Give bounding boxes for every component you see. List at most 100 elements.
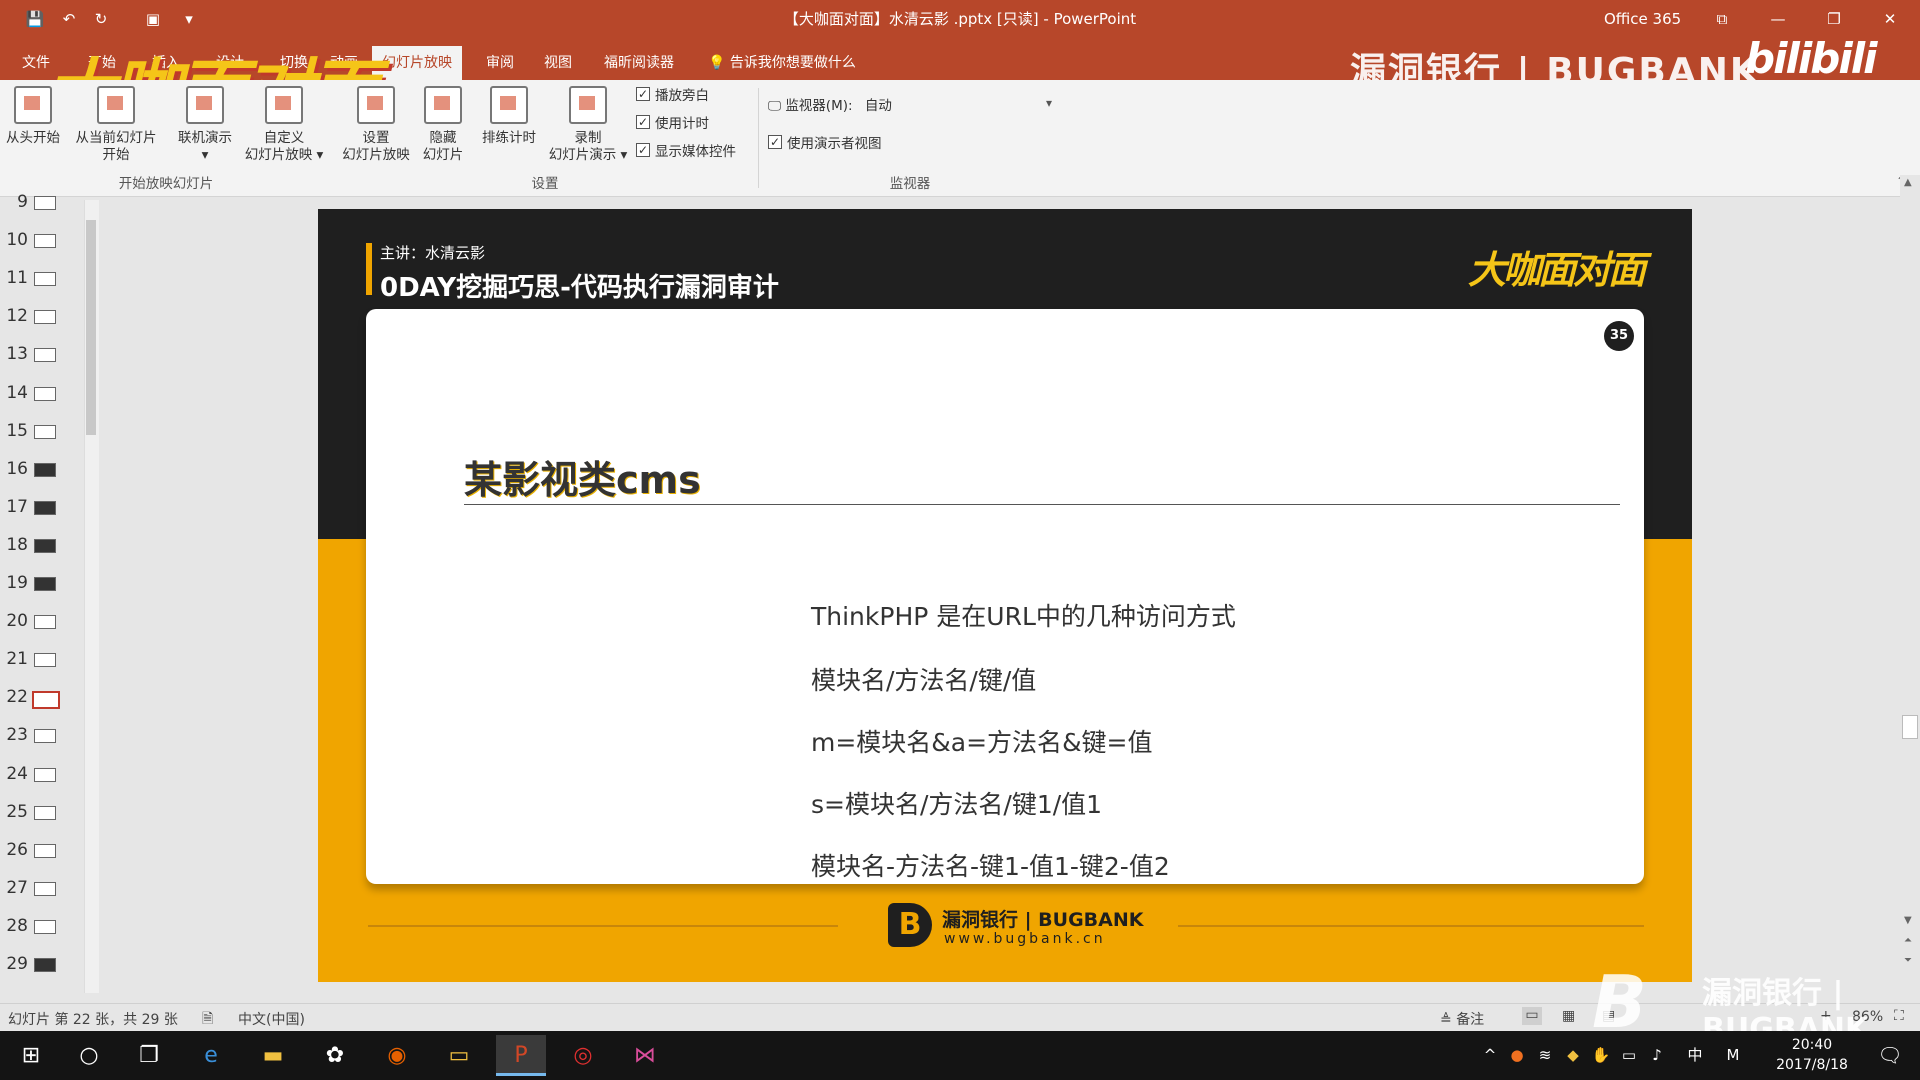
battery-icon[interactable]: ▭ [1618, 1031, 1640, 1080]
thumbnail-number[interactable]: 29 [0, 954, 28, 974]
clock[interactable]: 20:40 2017/8/18 [1762, 1035, 1862, 1075]
edge-browser-icon[interactable]: e [186, 1035, 236, 1076]
slide-thumbnail[interactable] [34, 843, 56, 858]
presenter-view-checkbox[interactable]: 使用演示者视图 [768, 132, 882, 154]
ime-mode-indicator[interactable]: M [1722, 1031, 1744, 1080]
thumbnail-number[interactable]: 13 [0, 344, 28, 364]
firefox-icon[interactable]: ◉ [372, 1035, 422, 1076]
app-pinwheel-icon[interactable]: ✿ [310, 1035, 360, 1076]
slide-thumbnail[interactable] [34, 577, 56, 591]
close-button[interactable]: ✕ [1862, 0, 1918, 38]
tab-view[interactable]: 视图 [534, 46, 582, 80]
thumbnail-number[interactable]: 17 [0, 497, 28, 517]
editor-scrollbar[interactable]: ▲ ▼ ⏶ ⏷ [1900, 175, 1920, 995]
slide-thumbnail[interactable] [34, 805, 56, 820]
visual-studio-icon[interactable]: ⋈ [620, 1035, 670, 1076]
slide-thumbnail[interactable] [34, 310, 56, 325]
thumbnail-number[interactable]: 16 [0, 459, 28, 479]
thumbnail-number[interactable]: 23 [0, 725, 28, 745]
volume-icon[interactable]: ♪ [1646, 1031, 1668, 1080]
monitor-selector[interactable]: 🖵 监视器(M): 自动 [768, 96, 892, 116]
slide-thumbnail[interactable] [34, 424, 56, 439]
file-explorer-icon[interactable]: ▬ [248, 1035, 298, 1076]
windows-start-icon[interactable]: ⊞ [6, 1035, 56, 1076]
present-online-button[interactable]: 联机演示 ▾ [172, 86, 238, 164]
thumbnail-number[interactable]: 28 [0, 916, 28, 936]
powerpoint-taskbar-icon[interactable]: P [496, 1035, 546, 1076]
spellcheck-icon[interactable]: 🗎 [202, 1008, 213, 1032]
thumbnail-number[interactable]: 12 [0, 306, 28, 326]
normal-view-icon[interactable]: ▭ [1522, 1007, 1542, 1025]
thumbnail-number[interactable]: 15 [0, 421, 28, 441]
scroll-down-icon[interactable]: ▼ [1904, 915, 1912, 926]
slide-thumbnail[interactable] [34, 386, 56, 401]
thumbnail-number[interactable]: 14 [0, 383, 28, 403]
thumbnail-scroll-thumb[interactable] [86, 220, 96, 435]
notes-button[interactable]: ≜ 备注 [1440, 1009, 1484, 1029]
setup-slideshow-button[interactable]: 设置 幻灯片放映 [336, 86, 416, 164]
slide-thumbnail[interactable] [34, 729, 56, 744]
slide-sorter-icon[interactable]: ▦ [1562, 1008, 1575, 1024]
thumbnail-number[interactable]: 26 [0, 840, 28, 860]
tray-expand-icon[interactable]: ^ [1480, 1031, 1500, 1080]
scroll-up-icon[interactable]: ▲ [1904, 177, 1912, 188]
slide-thumbnail[interactable] [34, 958, 56, 972]
previous-slide-icon[interactable]: ⏶ [1904, 935, 1912, 946]
thumbnail-selected[interactable] [32, 691, 60, 710]
restore-button[interactable]: ❐ [1806, 0, 1862, 38]
ime-indicator[interactable]: 中 [1684, 1031, 1706, 1080]
wifi-icon[interactable]: ≋ [1534, 1031, 1556, 1080]
record-slideshow-button[interactable]: 录制 幻灯片演示 ▾ [546, 86, 630, 164]
from-current-button[interactable]: 从当前幻灯片 开始 [70, 86, 162, 164]
slide-thumbnail[interactable] [34, 500, 56, 515]
slide-thumbnail[interactable] [34, 919, 56, 934]
thumbnail-number[interactable]: 25 [0, 802, 28, 822]
office-account-label[interactable]: Office 365 [1604, 0, 1681, 38]
thumbnail-number[interactable]: 18 [0, 535, 28, 555]
slide-thumbnail[interactable] [34, 348, 56, 363]
thumbnail-number[interactable]: 9 [0, 192, 28, 212]
slide-thumbnail[interactable] [34, 767, 56, 782]
thumbnail-number[interactable]: 21 [0, 649, 28, 669]
tray-app2-icon[interactable]: ◆ [1562, 1031, 1584, 1080]
task-view-icon[interactable]: ❐ [124, 1035, 174, 1076]
thumbnail-number[interactable]: 27 [0, 878, 28, 898]
tab-review[interactable]: 审阅 [476, 46, 524, 80]
hide-slide-button[interactable]: 隐藏 幻灯片 [418, 86, 468, 164]
slide-thumbnail[interactable] [34, 653, 56, 668]
tab-foxit-reader[interactable]: 福昕阅读器 [594, 46, 684, 80]
language-status[interactable]: 中文(中国) [238, 1009, 305, 1029]
netease-music-icon[interactable]: ◎ [558, 1035, 608, 1076]
thumbnail-number[interactable]: 11 [0, 268, 28, 288]
thumbnail-number[interactable]: 22 [0, 687, 28, 707]
editor-scroll-thumb[interactable] [1902, 715, 1918, 739]
search-icon[interactable]: ○ [64, 1035, 114, 1076]
from-beginning-button[interactable]: 从头开始 [4, 86, 62, 147]
slide-thumbnail[interactable] [34, 234, 56, 249]
tab-slideshow[interactable]: 幻灯片放映 [372, 46, 462, 80]
custom-slideshow-button[interactable]: 自定义 幻灯片放映 ▾ [242, 86, 326, 164]
folder-icon[interactable]: ▭ [434, 1035, 484, 1076]
play-narrations-checkbox[interactable]: 播放旁白 [636, 84, 736, 106]
slide-thumbnail[interactable] [34, 272, 56, 287]
slide-thumbnail[interactable] [34, 538, 56, 553]
slide-thumbnail[interactable] [34, 615, 56, 630]
thumbnail-number[interactable]: 24 [0, 764, 28, 784]
slide-canvas[interactable]: 主讲：水清云影 0DAY挖掘巧思-代码执行漏洞审计 大咖面对面 某影视类cms … [318, 209, 1692, 982]
next-slide-icon[interactable]: ⏷ [1904, 955, 1912, 966]
monitor-dropdown-icon[interactable]: ▾ [1046, 96, 1052, 110]
notification-icon[interactable]: 🗨 [1870, 1031, 1910, 1080]
slide-thumbnail[interactable] [34, 881, 56, 896]
slide-thumbnail[interactable] [34, 196, 56, 210]
slide-thumbnail[interactable] [34, 462, 56, 477]
show-media-controls-checkbox[interactable]: 显示媒体控件 [636, 140, 736, 162]
thumbnail-number[interactable]: 10 [0, 230, 28, 250]
use-timings-checkbox[interactable]: 使用计时 [636, 112, 736, 134]
tell-me-search[interactable]: 💡 告诉我你想要做什么 [708, 46, 856, 80]
tray-app-icon[interactable]: ● [1506, 1031, 1528, 1080]
minimize-button[interactable]: — [1750, 0, 1806, 38]
ribbon-display-icon[interactable]: ⧉ [1694, 0, 1750, 38]
rehearse-timings-button[interactable]: 排练计时 [474, 86, 544, 147]
thumbnail-number[interactable]: 19 [0, 573, 28, 593]
thumbnail-number[interactable]: 20 [0, 611, 28, 631]
